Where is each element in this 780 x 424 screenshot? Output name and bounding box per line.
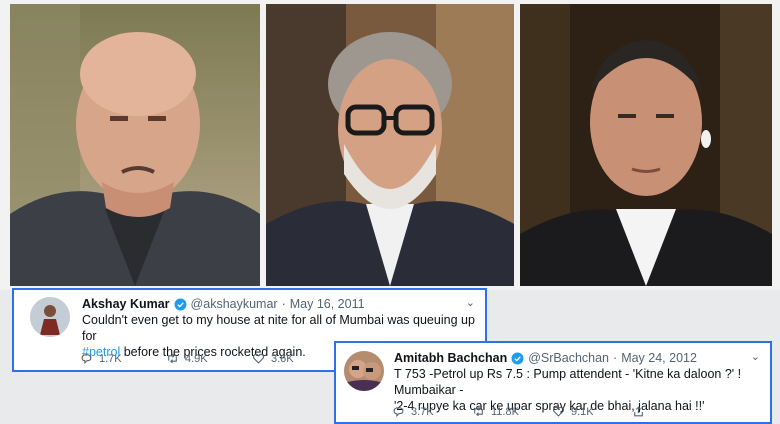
more-caret-icon[interactable]: ⌄ bbox=[466, 296, 475, 309]
like-icon bbox=[552, 406, 565, 417]
share-button[interactable] bbox=[632, 405, 712, 418]
avatar[interactable] bbox=[344, 351, 384, 391]
retweet-count: 11.8K bbox=[491, 405, 519, 418]
retweet-count: 4.9K bbox=[185, 352, 208, 365]
display-name[interactable]: Amitabh Bachchan bbox=[394, 351, 507, 365]
like-icon bbox=[252, 353, 265, 364]
retweet-icon bbox=[474, 406, 483, 417]
like-count: 3.6K bbox=[271, 352, 294, 365]
tweet-date[interactable]: May 24, 2012 bbox=[621, 351, 697, 365]
separator-dot: · bbox=[613, 351, 618, 365]
tweet-text-part: Couldn't even get to my house at nite fo… bbox=[82, 313, 475, 343]
user-handle[interactable]: @akshaykumar bbox=[191, 297, 278, 311]
photo-amitabh-bachchan bbox=[266, 4, 514, 286]
reply-button[interactable]: 1.7K bbox=[80, 352, 166, 365]
display-name[interactable]: Akshay Kumar bbox=[82, 297, 170, 311]
more-caret-icon[interactable]: ⌄ bbox=[751, 350, 760, 363]
user-handle[interactable]: @SrBachchan bbox=[528, 351, 609, 365]
reply-count: 1.7K bbox=[99, 352, 122, 365]
photo-anupam-kher bbox=[10, 4, 260, 286]
avatar[interactable] bbox=[30, 297, 70, 337]
tweet-actions: 1.7K 4.9K 3.6K bbox=[80, 352, 338, 365]
like-button[interactable]: 9.1K bbox=[552, 405, 632, 418]
retweet-button[interactable]: 11.8K bbox=[472, 405, 552, 418]
reply-icon bbox=[393, 407, 404, 418]
share-icon bbox=[634, 406, 643, 417]
tweet-date[interactable]: May 16, 2011 bbox=[290, 297, 365, 311]
tweet-card-amitabh-bachchan[interactable]: Amitabh Bachchan @SrBachchan · May 24, 2… bbox=[334, 341, 772, 424]
verified-badge-icon bbox=[174, 298, 187, 310]
reply-icon bbox=[81, 354, 92, 365]
reply-button[interactable]: 3.7K bbox=[392, 405, 472, 418]
like-button[interactable]: 3.6K bbox=[252, 352, 338, 365]
retweet-icon bbox=[168, 353, 177, 364]
photo-collage bbox=[0, 0, 780, 290]
reply-count: 3.7K bbox=[411, 405, 434, 418]
retweet-button[interactable]: 4.9K bbox=[166, 352, 252, 365]
separator-dot: · bbox=[281, 297, 286, 311]
photo-akshay-kumar bbox=[520, 4, 772, 286]
like-count: 9.1K bbox=[571, 405, 594, 418]
tweet-actions: 3.7K 11.8K 9.1K bbox=[392, 405, 712, 418]
tweet-header: Akshay Kumar @akshaykumar · May 16, 2011 bbox=[82, 297, 365, 311]
tweet-text-line: T 753 -Petrol up Rs 7.5 : Pump attendent… bbox=[394, 367, 742, 397]
verified-badge-icon bbox=[511, 352, 524, 364]
tweet-header: Amitabh Bachchan @SrBachchan · May 24, 2… bbox=[394, 351, 697, 365]
